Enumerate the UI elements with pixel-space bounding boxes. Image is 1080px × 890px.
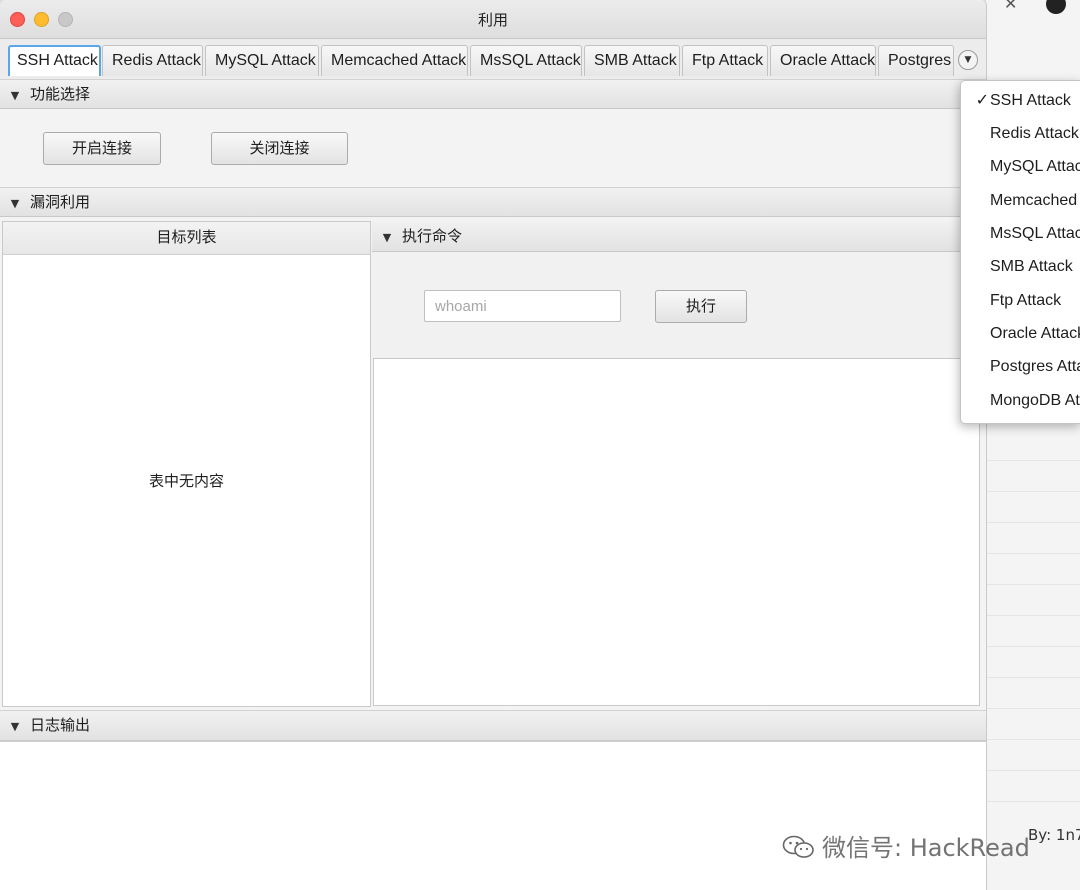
menu-item-postgres-attack[interactable]: Postgres Atta bbox=[961, 350, 1080, 383]
menu-item-ftp-attack[interactable]: Ftp Attack bbox=[961, 284, 1080, 317]
function-section-header[interactable]: ▼ 功能选择 bbox=[0, 79, 986, 109]
function-section-title: 功能选择 bbox=[30, 85, 91, 103]
exploit-section-header[interactable]: ▼ 漏洞利用 bbox=[0, 187, 986, 217]
log-output-area[interactable] bbox=[0, 741, 986, 890]
checkmark-icon: ✓ bbox=[975, 92, 989, 109]
log-section-header[interactable]: ▼ 日志输出 bbox=[0, 710, 986, 741]
target-list-empty-message: 表中无内容 bbox=[148, 472, 224, 490]
background-byline: By: 1n7 bbox=[1028, 826, 1080, 844]
close-connection-button[interactable]: 关闭连接 bbox=[211, 132, 348, 165]
wechat-icon bbox=[782, 835, 814, 858]
menu-item-memcached-attack[interactable]: Memcached A bbox=[961, 184, 1080, 217]
menu-item-mongodb-attack[interactable]: MongoDB Att bbox=[961, 384, 1080, 417]
collapse-caret-icon: ▼ bbox=[10, 197, 20, 210]
background-row bbox=[986, 430, 1080, 461]
background-row bbox=[986, 461, 1080, 492]
menu-item-label: Redis Attack bbox=[990, 125, 1079, 142]
menu-item-label: SSH Attack bbox=[990, 92, 1071, 109]
menu-item-oracle-attack[interactable]: Oracle Attack bbox=[961, 317, 1080, 350]
background-row bbox=[986, 523, 1080, 554]
menu-item-label: Postgres Atta bbox=[990, 358, 1080, 375]
exploit-section-title: 漏洞利用 bbox=[30, 193, 91, 211]
menu-item-redis-attack[interactable]: Redis Attack bbox=[961, 117, 1080, 150]
tab-memcached-attack[interactable]: Memcached Attack bbox=[321, 45, 468, 76]
background-row bbox=[986, 647, 1080, 678]
target-list-table[interactable]: 目标列表 表中无内容 bbox=[2, 221, 371, 707]
background-row bbox=[986, 554, 1080, 585]
background-row bbox=[986, 678, 1080, 709]
menu-item-smb-attack[interactable]: SMB Attack bbox=[961, 250, 1080, 283]
tab-postgres-attack[interactable]: Postgres A bbox=[878, 45, 954, 76]
command-output-area[interactable] bbox=[373, 358, 980, 706]
watermark: 微信号: HackRead bbox=[782, 828, 1030, 863]
tab-ftp-attack[interactable]: Ftp Attack bbox=[682, 45, 768, 76]
execute-command-header[interactable]: ▼ 执行命令 bbox=[372, 221, 983, 252]
menu-item-label: Memcached A bbox=[990, 192, 1080, 209]
collapse-caret-icon: ▼ bbox=[382, 231, 392, 244]
open-connection-button[interactable]: 开启连接 bbox=[43, 132, 161, 165]
menu-item-ssh-attack[interactable]: ✓SSH Attack bbox=[961, 84, 1080, 117]
background-row bbox=[986, 709, 1080, 740]
tab-ssh-attack[interactable]: SSH Attack bbox=[8, 45, 101, 76]
background-close-icon: ✕ bbox=[1004, 0, 1018, 13]
menu-item-mysql-attack[interactable]: MySQL Attac bbox=[961, 150, 1080, 183]
function-section-body: 开启连接 关闭连接 bbox=[0, 109, 986, 186]
tab-redis-attack[interactable]: Redis Attack bbox=[102, 45, 203, 76]
tab-mssql-attack[interactable]: MsSQL Attack bbox=[470, 45, 582, 76]
menu-item-label: MsSQL Attac bbox=[990, 225, 1080, 242]
title-bar: 利用 bbox=[0, 0, 986, 39]
log-section-title: 日志输出 bbox=[30, 716, 91, 734]
window-title: 利用 bbox=[477, 11, 508, 29]
tab-smb-attack[interactable]: SMB Attack bbox=[584, 45, 680, 76]
menu-item-label: SMB Attack bbox=[990, 258, 1073, 275]
execute-command-panel: ▼ 执行命令 执行 bbox=[372, 221, 983, 707]
tab-mysql-attack[interactable]: MySQL Attack bbox=[205, 45, 319, 76]
collapse-caret-icon: ▼ bbox=[10, 89, 20, 102]
collapse-caret-icon: ▼ bbox=[10, 720, 20, 733]
target-list-column-header[interactable]: 目标列表 bbox=[3, 222, 370, 255]
command-input[interactable] bbox=[424, 290, 621, 322]
tab-overflow-chevron-down-icon[interactable]: ▼ bbox=[958, 50, 978, 70]
background-row bbox=[986, 616, 1080, 647]
background-row bbox=[986, 585, 1080, 616]
tab-oracle-attack[interactable]: Oracle Attack bbox=[770, 45, 876, 76]
attack-tab-bar: SSH Attack Redis Attack MySQL Attack Mem… bbox=[0, 39, 986, 80]
app-window: 利用 SSH Attack Redis Attack MySQL Attack … bbox=[0, 0, 987, 890]
execute-button[interactable]: 执行 bbox=[655, 290, 747, 323]
menu-item-mssql-attack[interactable]: MsSQL Attac bbox=[961, 217, 1080, 250]
background-row bbox=[986, 740, 1080, 771]
tab-overflow-menu: ✓SSH Attack Redis Attack MySQL Attac Mem… bbox=[960, 80, 1080, 424]
execute-command-controls: 执行 bbox=[372, 252, 983, 358]
menu-item-label: MongoDB Att bbox=[990, 392, 1080, 409]
menu-item-label: Oracle Attack bbox=[990, 325, 1080, 342]
execute-command-title: 执行命令 bbox=[402, 227, 463, 245]
menu-item-label: Ftp Attack bbox=[990, 292, 1062, 309]
background-row bbox=[986, 492, 1080, 523]
menu-item-label: MySQL Attac bbox=[990, 158, 1080, 175]
watermark-text: 微信号: HackRead bbox=[822, 834, 1030, 862]
background-row bbox=[986, 771, 1080, 802]
